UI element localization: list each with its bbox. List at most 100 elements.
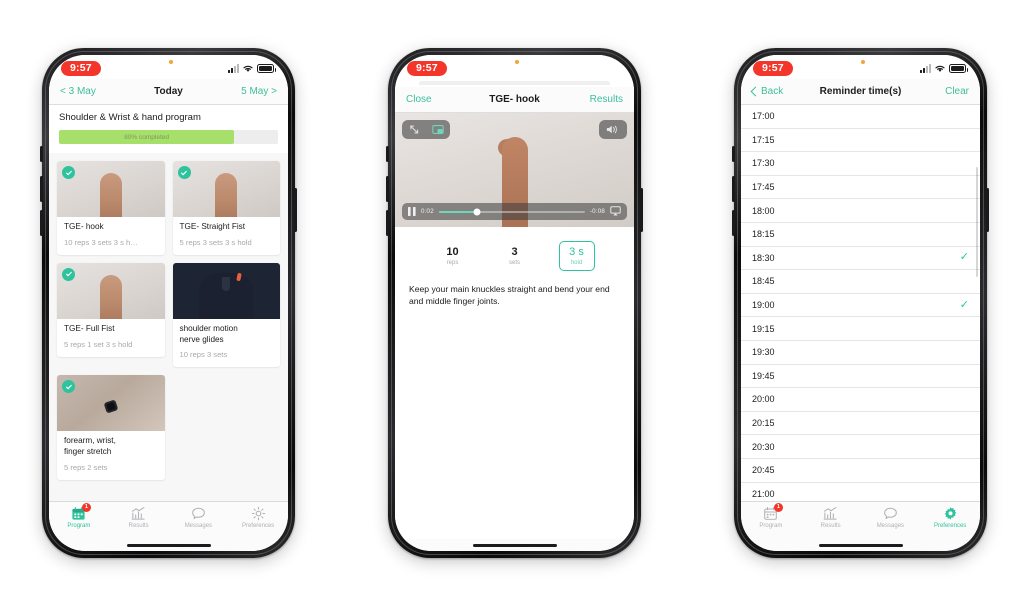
tab-program[interactable]: 1 Program bbox=[741, 503, 801, 529]
reminder-time-row[interactable]: 20:00 bbox=[741, 388, 980, 412]
exercise-card[interactable]: shoulder motion nerve glides 10 reps 3 se… bbox=[172, 262, 281, 368]
pause-icon[interactable] bbox=[408, 203, 416, 221]
reminder-time-row[interactable]: 17:45 bbox=[741, 176, 980, 200]
wifi-icon bbox=[243, 65, 253, 72]
status-bar: 9:57 bbox=[741, 55, 980, 79]
reminder-time-row[interactable]: 18:45 bbox=[741, 270, 980, 294]
battery-icon bbox=[949, 64, 968, 73]
signal-bars-icon bbox=[228, 64, 239, 73]
volume-up-button[interactable] bbox=[40, 176, 43, 202]
reminder-time-label: 20:30 bbox=[752, 441, 775, 452]
exercise-card-body: shoulder motion nerve glides 10 reps 3 se… bbox=[173, 319, 281, 368]
reminder-time-row[interactable]: 19:45 bbox=[741, 365, 980, 389]
completed-check-icon bbox=[62, 380, 75, 394]
fullscreen-icon[interactable] bbox=[402, 120, 426, 139]
results-button[interactable]: Results bbox=[571, 94, 623, 105]
watch-illustration bbox=[103, 399, 119, 415]
mute-switch[interactable] bbox=[40, 146, 43, 162]
tab-preferences[interactable]: Preferences bbox=[920, 506, 980, 529]
nav-bar: < 3 May Today 5 May > bbox=[49, 79, 288, 105]
exercise-card[interactable]: TGE- Full Fist 5 reps 1 set 3 s hold bbox=[57, 262, 165, 357]
reminder-time-row[interactable]: 17:00 bbox=[741, 105, 980, 129]
reminder-time-label: 17:30 bbox=[752, 158, 775, 169]
power-button[interactable] bbox=[294, 188, 297, 232]
reminder-time-row[interactable]: 19:30 bbox=[741, 341, 980, 365]
exercise-stat[interactable]: 10 reps bbox=[435, 242, 471, 270]
exercise-card-body: TGE- Full Fist 5 reps 1 set 3 s hold bbox=[57, 319, 165, 357]
video-top-left-controls bbox=[402, 120, 450, 139]
reminder-time-label: 20:15 bbox=[752, 418, 775, 429]
hand-illustration bbox=[99, 274, 122, 319]
next-day-button[interactable]: 5 May > bbox=[225, 86, 277, 97]
tab-results[interactable]: Results bbox=[801, 506, 861, 529]
exercise-video-player[interactable]: 0:02 -0:08 bbox=[395, 113, 634, 227]
tab-results[interactable]: Results bbox=[109, 506, 169, 529]
exercise-stat[interactable]: 3 sets bbox=[497, 242, 533, 270]
exercise-card-body: TGE- Straight Fist 5 reps 3 sets 3 s hol… bbox=[173, 217, 281, 255]
exercise-stat[interactable]: 3 s hold bbox=[558, 241, 595, 272]
reminder-time-row[interactable]: 19:15 bbox=[741, 317, 980, 341]
tab-messages[interactable]: Messages bbox=[169, 506, 229, 529]
hand-illustration bbox=[215, 173, 238, 217]
speaker-icon[interactable] bbox=[599, 120, 627, 139]
home-indicator[interactable] bbox=[49, 539, 288, 551]
reminder-time-row[interactable]: 17:15 bbox=[741, 129, 980, 153]
reminder-time-row[interactable]: 20:15 bbox=[741, 412, 980, 436]
tab-preferences-label: Preferences bbox=[241, 523, 275, 529]
exercise-name: TGE- Full Fist bbox=[64, 323, 115, 333]
phone-1-program: 9:57 < 3 May Today 5 May > Shoulder & Wr… bbox=[40, 48, 297, 558]
back-button[interactable]: Back bbox=[750, 86, 804, 97]
reminder-time-label: 18:45 bbox=[752, 276, 775, 287]
exercise-card[interactable]: TGE- hook 10 reps 3 sets 3 s h… bbox=[57, 161, 165, 255]
exercise-card[interactable]: TGE- Straight Fist 5 reps 3 sets 3 s hol… bbox=[172, 161, 281, 255]
reminder-time-row[interactable]: 18:30 ✓ bbox=[741, 247, 980, 271]
volume-up-button[interactable] bbox=[386, 176, 389, 202]
clear-button[interactable]: Clear bbox=[917, 86, 969, 97]
reminder-time-label: 17:45 bbox=[752, 182, 775, 193]
recording-dot-icon bbox=[860, 60, 865, 64]
prev-day-button[interactable]: < 3 May bbox=[60, 86, 112, 97]
reminder-time-label: 18:15 bbox=[752, 229, 775, 240]
reminder-time-row[interactable]: 18:00 bbox=[741, 199, 980, 223]
reminder-time-row[interactable]: 20:45 bbox=[741, 459, 980, 483]
volume-down-button[interactable] bbox=[40, 210, 43, 236]
hand-illustration bbox=[99, 173, 122, 217]
reminder-time-label: 21:00 bbox=[752, 488, 775, 499]
power-button[interactable] bbox=[640, 188, 643, 232]
tab-program[interactable]: 1 Program bbox=[49, 503, 109, 529]
volume-down-button[interactable] bbox=[386, 210, 389, 236]
tab-preferences[interactable]: Preferences bbox=[228, 506, 288, 529]
exercise-meta: 5 reps 1 set 3 s hold bbox=[64, 339, 133, 349]
reminder-time-row[interactable]: 20:30 bbox=[741, 435, 980, 459]
reminder-time-row[interactable]: 19:00 ✓ bbox=[741, 294, 980, 318]
airplay-icon[interactable] bbox=[610, 203, 621, 221]
close-button[interactable]: Close bbox=[406, 94, 458, 105]
reminder-time-list[interactable]: 17:00 17:15 17:30 17:45 18:00 18:15 18:3… bbox=[741, 105, 980, 501]
mute-switch[interactable] bbox=[732, 146, 735, 162]
home-indicator[interactable] bbox=[395, 539, 634, 551]
tab-messages[interactable]: Messages bbox=[861, 506, 921, 529]
volume-up-button[interactable] bbox=[732, 176, 735, 202]
exercise-card[interactable]: forearm, wrist, finger stretch 5 reps 2 s… bbox=[57, 375, 165, 481]
volume-down-button[interactable] bbox=[732, 210, 735, 236]
reminder-time-row[interactable]: 18:15 bbox=[741, 223, 980, 247]
power-button[interactable] bbox=[986, 188, 989, 232]
tab-results-label: Results bbox=[128, 523, 149, 529]
mute-switch[interactable] bbox=[386, 146, 389, 162]
video-progress-slider[interactable] bbox=[438, 208, 585, 215]
reminder-time-label: 20:45 bbox=[752, 465, 775, 476]
program-title: Shoulder & Wrist & hand program bbox=[59, 112, 201, 123]
scrollbar[interactable] bbox=[976, 167, 978, 277]
reminder-time-label: 20:00 bbox=[752, 394, 775, 405]
home-indicator[interactable] bbox=[741, 539, 980, 551]
picture-in-picture-icon[interactable] bbox=[426, 120, 450, 139]
status-bar: 9:57 bbox=[49, 55, 288, 79]
exercise-meta: 5 reps 2 sets bbox=[64, 463, 108, 473]
reminder-time-row[interactable]: 17:30 bbox=[741, 152, 980, 176]
exercise-card-grid: TGE- hook 10 reps 3 sets 3 s h… TGE- Str… bbox=[49, 153, 288, 501]
exercise-stat-value: 3 bbox=[511, 246, 518, 258]
reminder-time-row[interactable]: 21:00 bbox=[741, 483, 980, 502]
exercise-meta: 10 reps 3 sets 3 s h… bbox=[64, 237, 138, 247]
selected-check-icon: ✓ bbox=[959, 298, 969, 311]
sheet-grip[interactable] bbox=[395, 79, 634, 87]
